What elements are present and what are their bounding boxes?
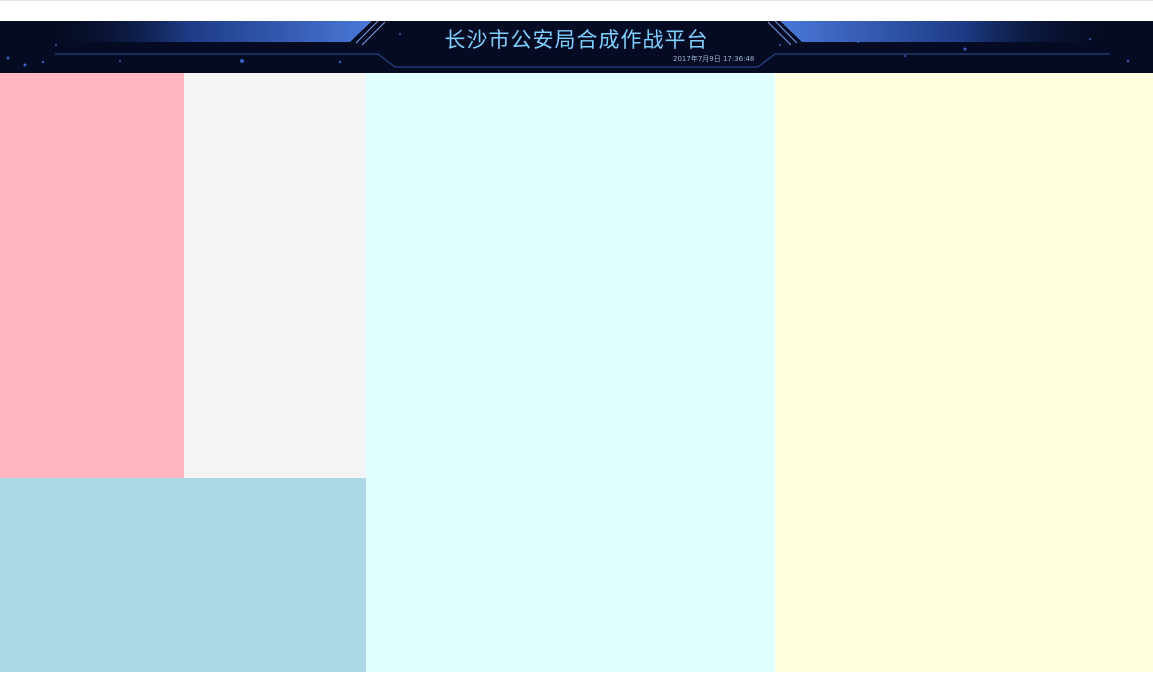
header-banner: 长沙市公安局合成作战平台 2017年7月9日 17:36:48 [0, 21, 1153, 73]
left-bottom-panel [0, 478, 366, 672]
center-panel [366, 73, 775, 672]
top-divider [0, 0, 1153, 1]
dashboard-page: 长沙市公安局合成作战平台 2017年7月9日 17:36:48 [0, 0, 1153, 695]
datetime-display: 2017年7月9日 17:36:48 [673, 55, 755, 63]
left-middle-panel [184, 73, 366, 478]
right-panel [775, 73, 1153, 672]
page-title: 长沙市公安局合成作战平台 [444, 28, 709, 52]
left-top-panel [0, 73, 184, 478]
